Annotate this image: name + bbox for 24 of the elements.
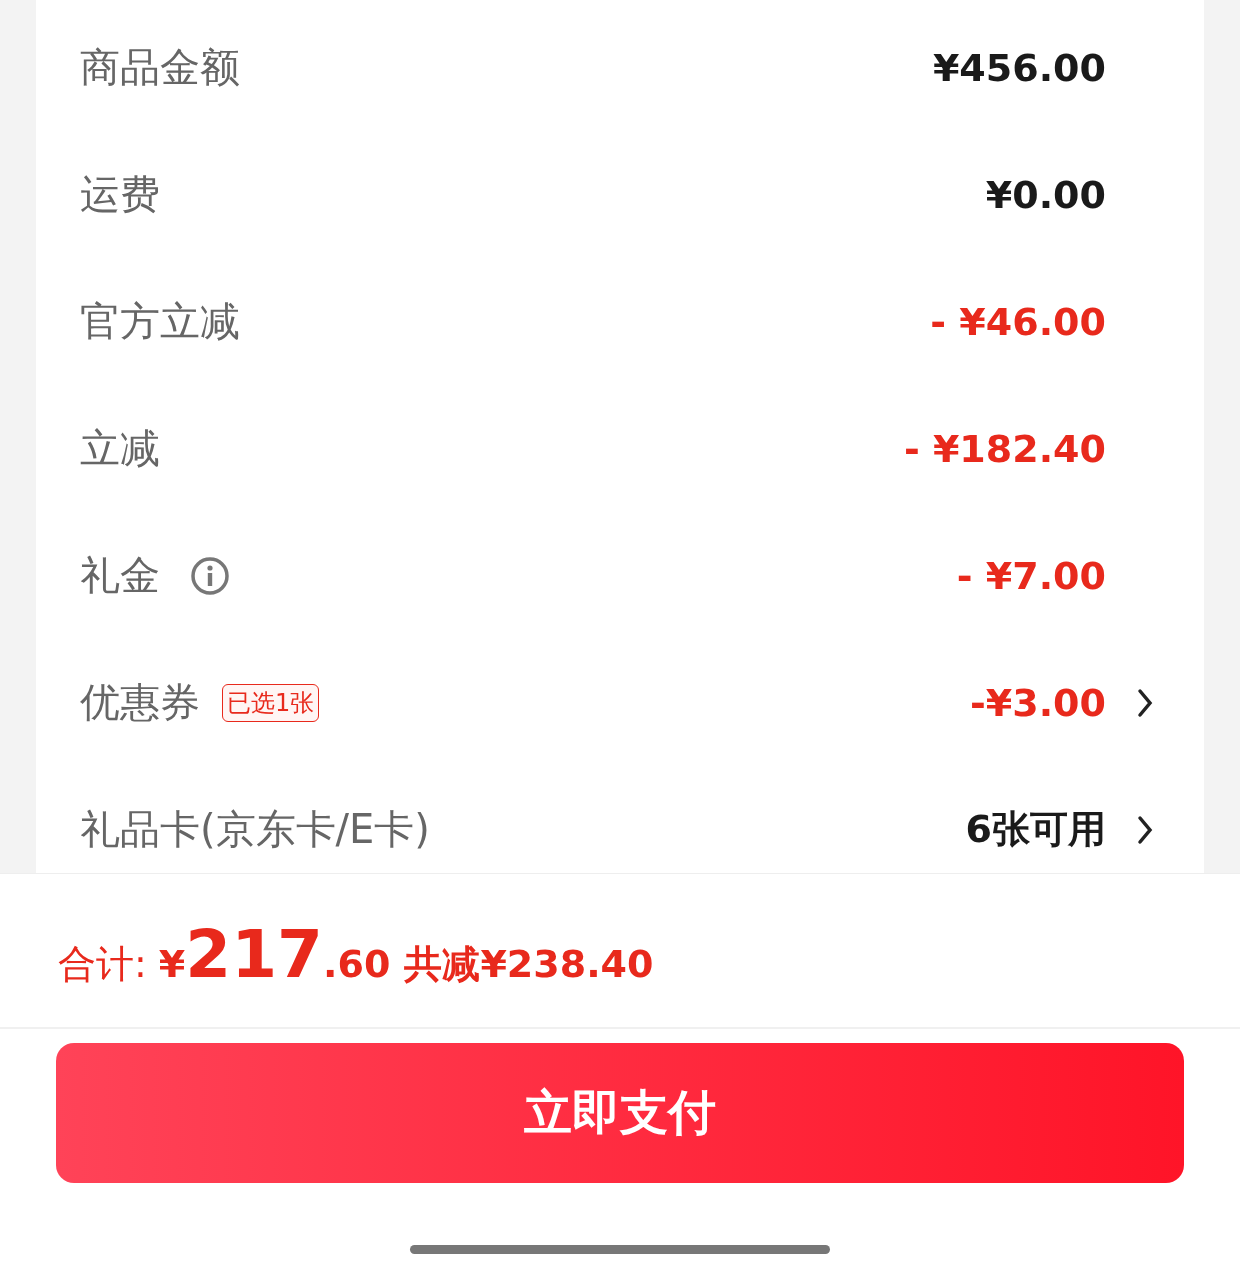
row-amount: 6张可用: [965, 806, 1106, 853]
row-amount: -¥3.00: [970, 680, 1106, 725]
total-label: 合计:: [58, 941, 147, 988]
row-label: 官方立减: [80, 297, 240, 346]
info-icon[interactable]: [190, 555, 230, 596]
total-decimal: .60: [323, 942, 391, 986]
row-amount: ¥0.00: [985, 172, 1106, 217]
pay-button[interactable]: 立即支付: [56, 1043, 1184, 1183]
row-label: 商品金额: [80, 43, 240, 92]
row-label: 优惠券: [80, 678, 200, 727]
chevron-icon[interactable]: [1136, 686, 1154, 719]
row-label: 礼金: [80, 551, 160, 600]
row-amount: - ¥46.00: [930, 299, 1106, 344]
selected-count-badge: 已选1张: [222, 683, 320, 722]
chevron-icon[interactable]: [1136, 813, 1154, 846]
row-label: 礼品卡(京东卡/E卡): [80, 805, 430, 854]
total-integer: 217: [185, 916, 324, 993]
total-saved: 共减¥238.40: [404, 941, 654, 988]
currency-sign: ¥: [158, 942, 186, 986]
row-amount: - ¥182.40: [903, 426, 1106, 471]
row-label: 立减: [80, 424, 160, 473]
row-amount: - ¥7.00: [956, 553, 1106, 598]
row-amount: ¥456.00: [932, 45, 1106, 90]
row-label: 运费: [80, 170, 160, 219]
